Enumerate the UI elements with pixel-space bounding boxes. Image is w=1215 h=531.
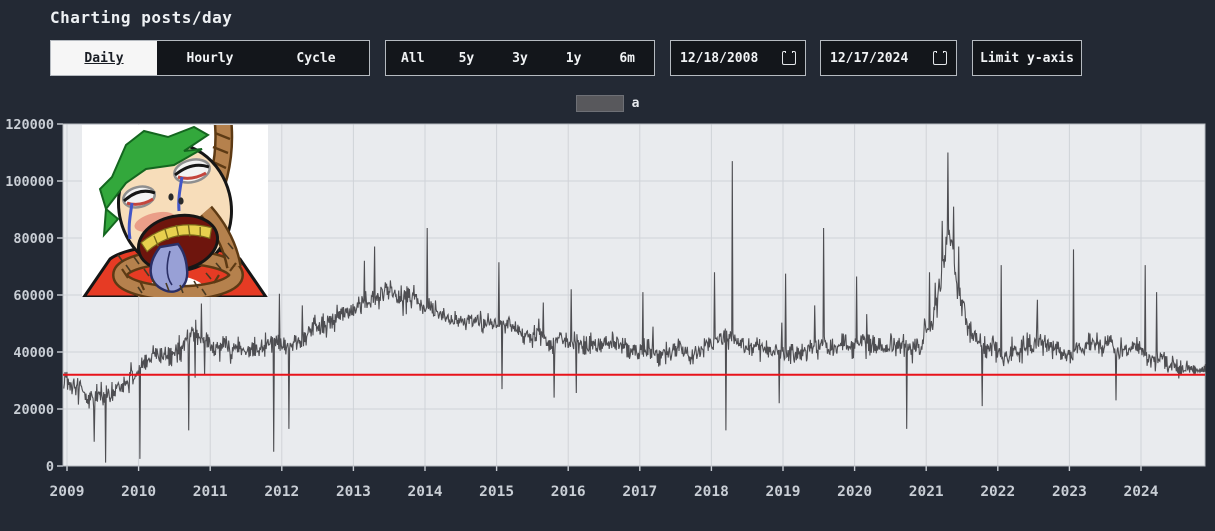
range-button-5y[interactable]: 5y [440, 41, 494, 75]
tab-hourly[interactable]: Hourly [157, 41, 263, 75]
tab-daily[interactable]: Daily [51, 41, 157, 75]
x-axis-label: 2022 [980, 484, 1015, 500]
tab-daily-label: Daily [84, 50, 124, 66]
tab-cycle-label: Cycle [296, 50, 336, 66]
x-axis-label: 2011 [193, 484, 228, 500]
y-axis-label: 0 [46, 459, 54, 475]
range-button-5y-label: 5y [458, 50, 475, 66]
y-axis-label: 40000 [13, 345, 54, 361]
range-button-6m[interactable]: 6m [600, 41, 654, 75]
y-axis-label: 80000 [13, 231, 54, 247]
y-axis-label: 20000 [13, 402, 54, 418]
limit-y-axis-button[interactable]: Limit y-axis [972, 40, 1082, 76]
x-axis-label: 2013 [336, 484, 371, 500]
x-axis-label: 2016 [551, 484, 586, 500]
range-button-1y-label: 1y [565, 50, 582, 66]
page-title: Charting posts/day [50, 8, 233, 27]
range-button-all[interactable]: All [386, 41, 440, 75]
tongue [149, 242, 189, 293]
start-date-input[interactable]: 12/18/2008 [670, 40, 806, 76]
y-axis-label: 120000 [5, 117, 54, 133]
x-axis-label: 2024 [1124, 484, 1159, 500]
x-axis-label: 2018 [694, 484, 729, 500]
x-axis-label: 2010 [121, 484, 156, 500]
start-date-value: 12/18/2008 [680, 50, 759, 66]
range-button-3y-label: 3y [512, 50, 528, 66]
x-axis-label: 2020 [837, 484, 872, 500]
chart-legend[interactable]: a [0, 95, 1215, 112]
range-button-group: All 5y 3y 1y 6m [385, 40, 655, 76]
y-axis-label: 100000 [5, 174, 54, 190]
range-button-3y[interactable]: 3y [493, 41, 547, 75]
range-button-all-label: All [401, 50, 425, 66]
x-axis-label: 2012 [264, 484, 299, 500]
x-axis-label: 2021 [909, 484, 944, 500]
x-axis-label: 2015 [479, 484, 514, 500]
tab-cycle[interactable]: Cycle [263, 41, 369, 75]
end-date-input[interactable]: 12/17/2024 [820, 40, 957, 76]
legend-swatch [575, 95, 624, 112]
x-axis-label: 2019 [766, 484, 801, 500]
range-button-1y[interactable]: 1y [547, 41, 601, 75]
calendar-icon[interactable] [782, 51, 796, 65]
range-button-6m-label: 6m [619, 50, 635, 66]
x-axis-label: 2017 [622, 484, 657, 500]
soyjak-meme-image [82, 125, 268, 297]
view-tab-group: Daily Hourly Cycle [50, 40, 370, 76]
x-axis-label: 2009 [50, 484, 85, 500]
end-date-value: 12/17/2024 [830, 50, 909, 66]
tab-hourly-label: Hourly [186, 50, 234, 66]
legend-series-label: a [631, 96, 640, 111]
x-axis-label: 2014 [408, 484, 443, 500]
y-axis-label: 60000 [13, 288, 54, 304]
x-axis-label: 2023 [1052, 484, 1087, 500]
charting-app: 2009 2010 2011 2012 2013 2014 2015 2016 2017 2018… [0, 0, 1215, 531]
calendar-icon[interactable] [933, 51, 947, 65]
